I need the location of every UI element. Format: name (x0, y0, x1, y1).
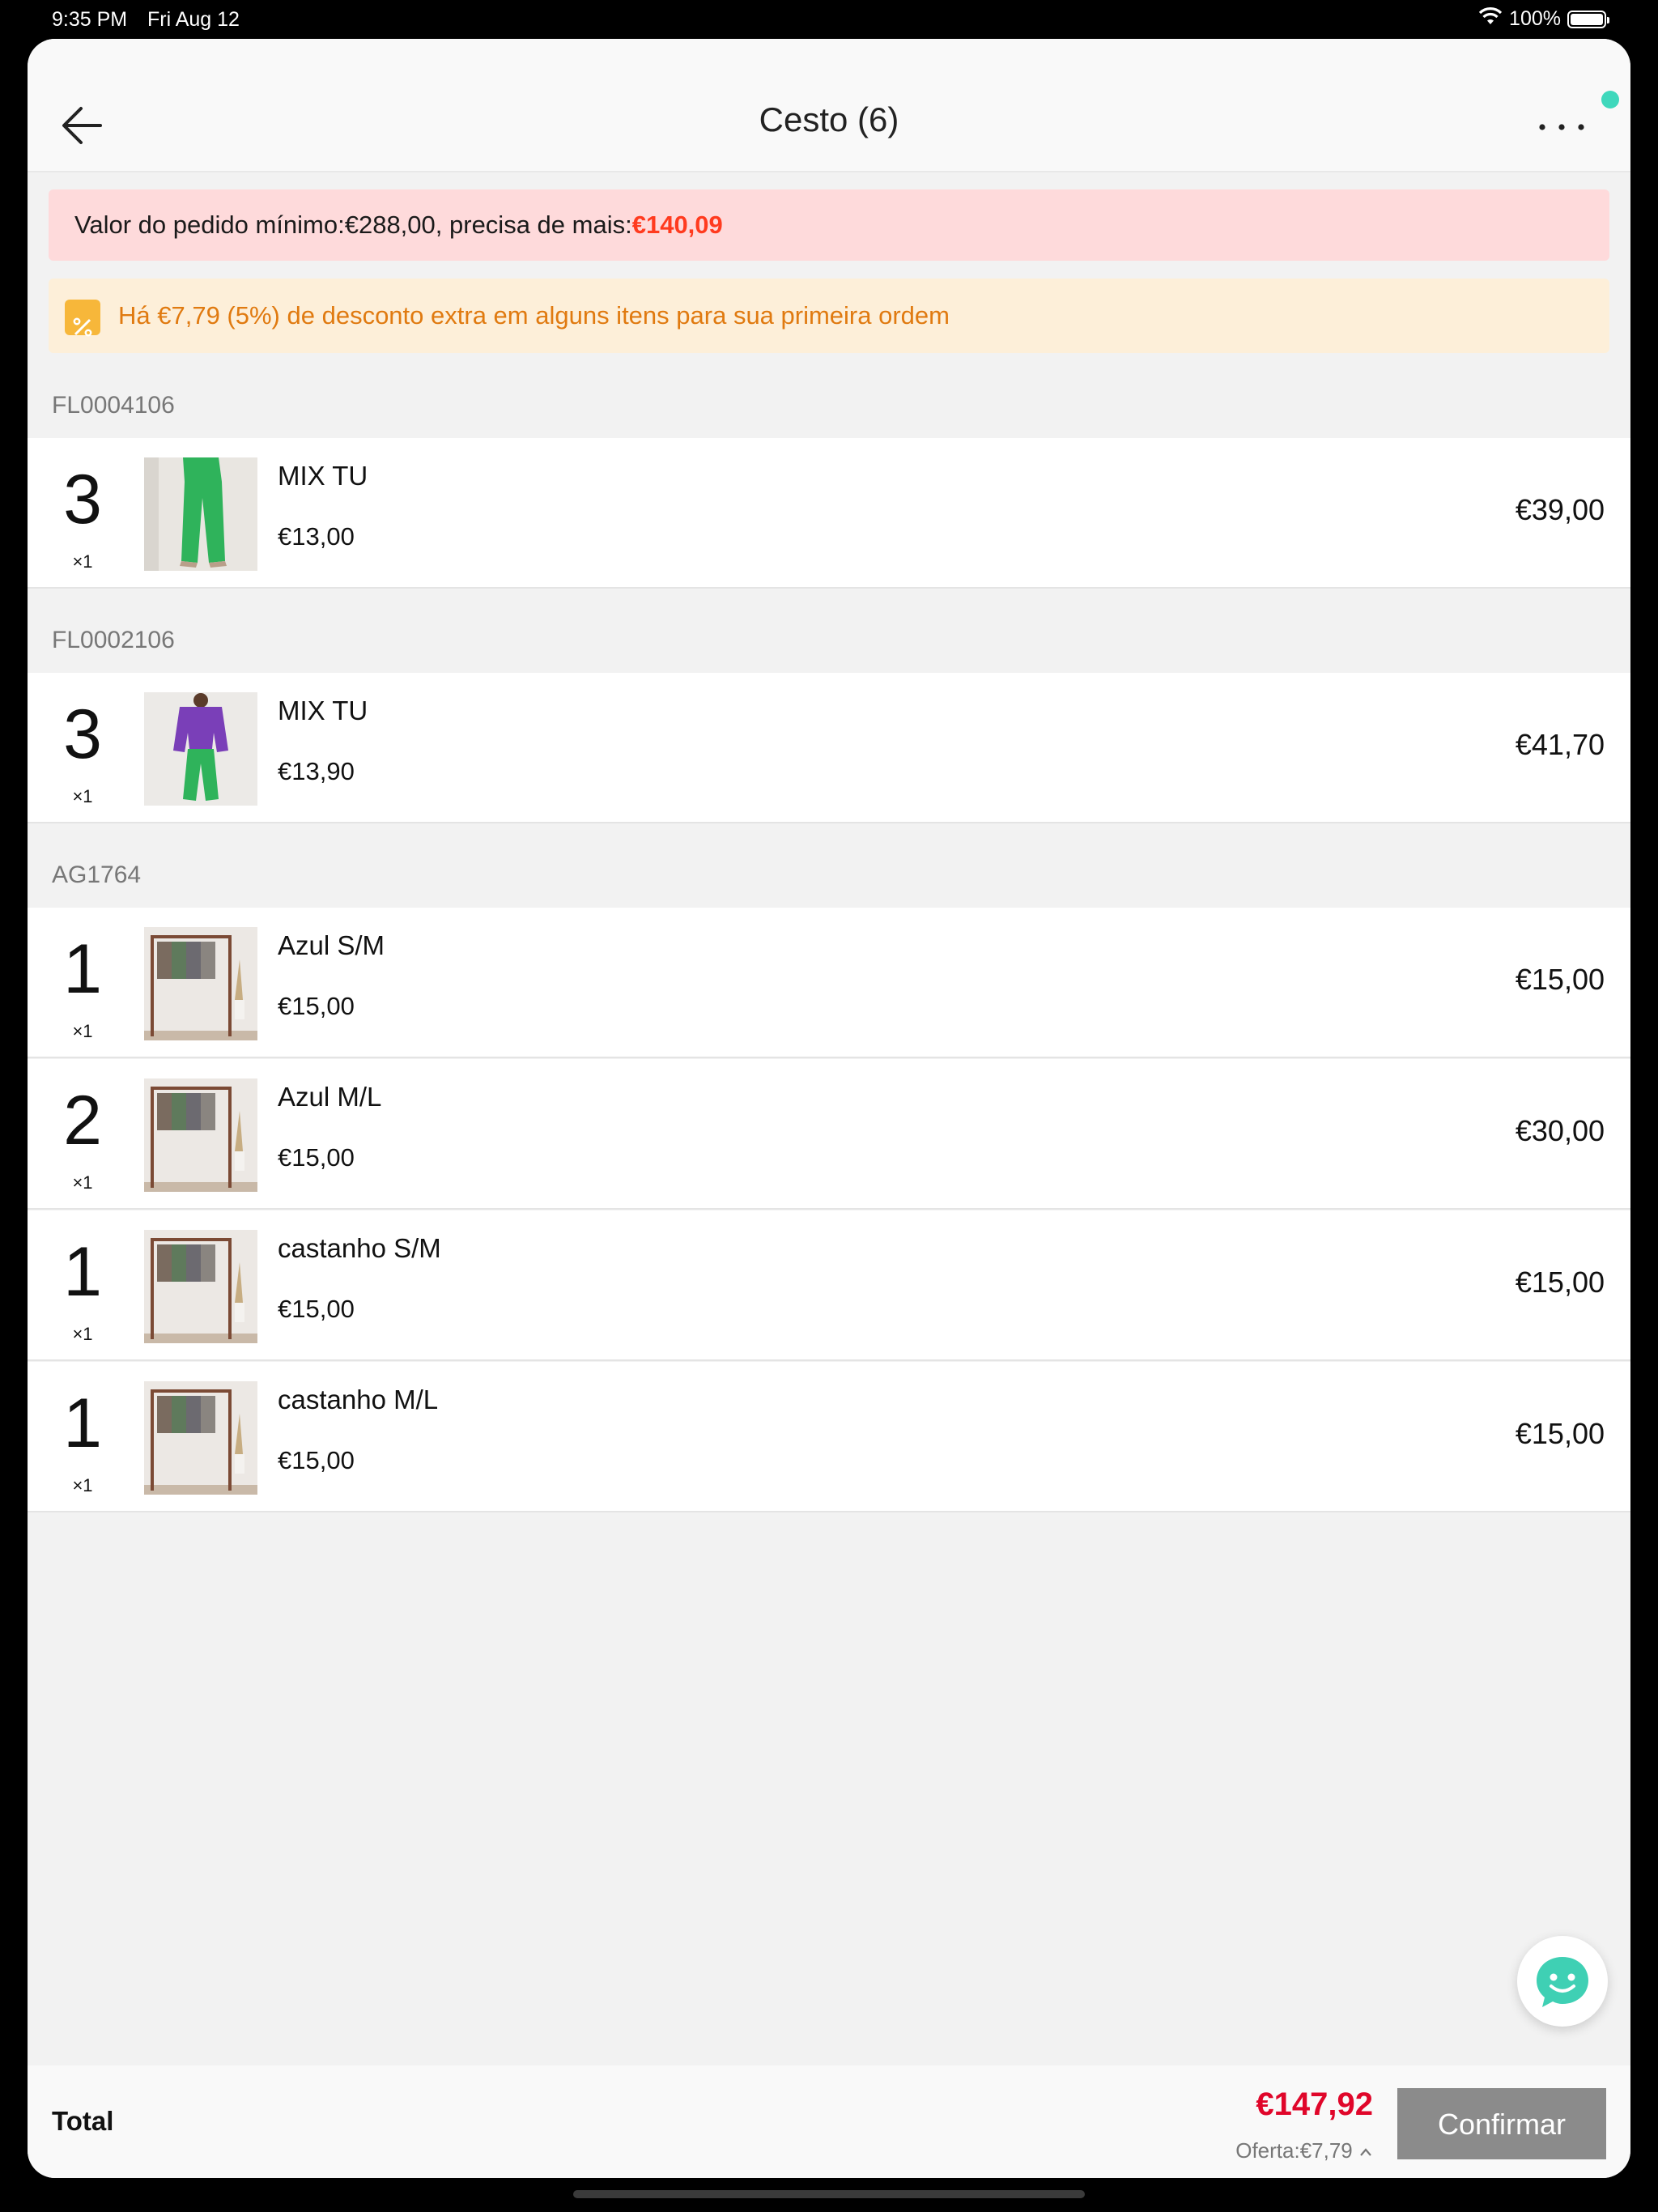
green-trousers-photo (144, 457, 257, 571)
item-multiplier: ×1 (72, 1021, 93, 1041)
min-order-banner: Valor do pedido mínimo:€288,00, precisa … (49, 189, 1609, 261)
item-quantity: 1 (63, 930, 102, 1008)
total-label: Total (52, 2106, 114, 2136)
item-unit-price: €15,00 (278, 992, 355, 1020)
cart-item[interactable]: 1 ×1 castanho S/M €15,00 €15,00 (28, 1210, 1630, 1361)
item-line-total: €30,00 (1515, 1114, 1605, 1147)
item-quantity: 3 (63, 696, 102, 773)
total-amount: €147,92 (1256, 2087, 1373, 2122)
wifi-icon (1478, 6, 1503, 32)
item-multiplier: ×1 (72, 786, 93, 806)
clothes-rack-photo (144, 927, 257, 1040)
group-code: FL0002106 (52, 627, 175, 653)
discount-banner: Há €7,79 (5%) de desconto extra em algun… (49, 279, 1609, 353)
item-line-total: €15,00 (1515, 1417, 1605, 1450)
page-title: Cesto (6) (759, 100, 899, 138)
group-code: AG1764 (52, 861, 142, 888)
clothes-rack-photo (144, 1078, 257, 1192)
cart-item[interactable]: 3 ×1 MIX TU €13,90 €41,70 (28, 673, 1630, 823)
chat-bot-icon (1537, 1957, 1588, 2007)
status-indicators: 100% (1478, 6, 1609, 32)
item-name: castanho S/M (278, 1233, 441, 1263)
item-quantity: 1 (63, 1233, 102, 1311)
notification-dot (1601, 91, 1619, 108)
item-unit-price: €13,00 (278, 522, 355, 551)
confirm-button[interactable]: Confirmar (1397, 2088, 1606, 2159)
item-multiplier: ×1 (72, 1475, 93, 1495)
clothes-rack-photo (144, 1381, 257, 1495)
item-multiplier: ×1 (72, 551, 93, 572)
item-multiplier: ×1 (72, 1324, 93, 1344)
discount-text: Há €7,79 (5%) de desconto extra em algun… (118, 301, 950, 330)
offer-toggle[interactable]: Oferta:€7,79 (1235, 2138, 1373, 2163)
checkout-footer: Total €147,92 Oferta:€7,79 Confirmar (28, 2065, 1630, 2178)
item-unit-price: €15,00 (278, 1446, 355, 1474)
item-name: castanho M/L (278, 1385, 439, 1414)
item-unit-price: €15,00 (278, 1143, 355, 1172)
status-time: 9:35 PM (52, 8, 128, 31)
purple-top-green-trousers-photo (144, 692, 257, 806)
status-bar: 9:35 PM Fri Aug 12 100% (0, 0, 1658, 39)
item-line-total: €15,00 (1515, 1266, 1605, 1299)
item-unit-price: €15,00 (278, 1295, 355, 1323)
item-line-total: €15,00 (1515, 963, 1605, 996)
chevron-up-icon (1358, 2138, 1373, 2163)
cart-sheet: Cesto (6) Valor do pedido mínimo:€288,00… (28, 39, 1630, 2178)
cart-item[interactable]: 1 ×1 castanho M/L €15,00 €15,00 (28, 1362, 1630, 1512)
item-quantity: 3 (63, 461, 102, 538)
item-line-total: €39,00 (1515, 493, 1605, 526)
battery-icon (1567, 10, 1609, 28)
item-name: MIX TU (278, 461, 368, 491)
item-multiplier: ×1 (72, 1172, 93, 1193)
item-line-total: €41,70 (1515, 728, 1605, 761)
home-indicator[interactable] (573, 2190, 1085, 2198)
item-quantity: 2 (63, 1082, 102, 1159)
item-quantity: 1 (63, 1385, 102, 1462)
clothes-rack-photo (144, 1230, 257, 1343)
cart-item[interactable]: 3 ×1 MIX TU €13,00 €39,00 (28, 438, 1630, 589)
group-code: FL0004106 (52, 392, 175, 419)
item-name: Azul S/M (278, 930, 385, 960)
item-unit-price: €13,90 (278, 757, 355, 785)
offer-text: Oferta:€7,79 (1235, 2138, 1353, 2163)
cart-item[interactable]: 2 ×1 Azul M/L €15,00 €30,00 (28, 1059, 1630, 1210)
battery-percent: 100% (1509, 7, 1561, 30)
cart-item[interactable]: 1 ×1 Azul S/M €15,00 €15,00 (28, 908, 1630, 1058)
min-order-label: Valor do pedido mínimo:€288,00, precisa … (74, 211, 632, 239)
more-dots-icon (1539, 124, 1584, 130)
nav-bar: Cesto (6) (28, 39, 1630, 172)
chat-support-button[interactable] (1517, 1936, 1608, 2027)
more-options-button[interactable] (1533, 107, 1590, 147)
percent-badge-icon (65, 300, 100, 337)
status-date: Fri Aug 12 (147, 8, 240, 31)
min-order-remaining: €140,09 (631, 211, 723, 239)
item-name: MIX TU (278, 696, 368, 725)
item-name: Azul M/L (278, 1082, 382, 1112)
